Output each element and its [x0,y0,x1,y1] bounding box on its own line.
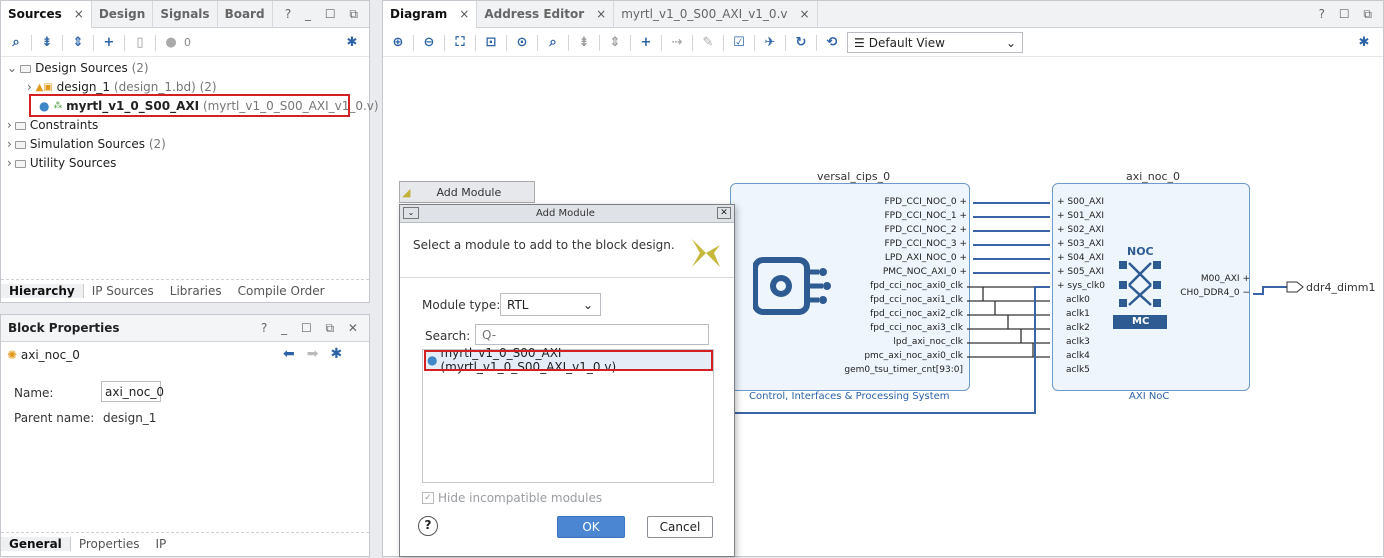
close-icon[interactable]: ✕ [717,207,731,219]
search-input[interactable] [475,324,709,345]
status-count: 0 [184,36,191,49]
cancel-button[interactable]: Cancel [647,516,713,538]
parent-name-label: Parent name: [14,411,95,425]
block-properties-header: Block Properties ? _ ☐ ⧉ ✕ [1,315,369,342]
block-properties-panel: Block Properties ? _ ☐ ⧉ ✕ ✺ axi_noc_0 ⬅… [0,314,370,557]
noc-icon: ✺ [7,348,18,362]
tab-hierarchy[interactable]: Hierarchy [1,283,84,298]
properties-bottom-tabs: General Properties IP [1,532,369,554]
hide-incompatible-row: ✓ Hide incompatible modules [422,491,602,505]
folder-icon [14,140,26,149]
gear-icon[interactable]: ✱ [330,346,342,362]
window-menu-icon[interactable]: ⌄ [403,207,419,219]
folder-icon [20,64,32,73]
close-icon[interactable]: × [74,7,84,21]
name-label: Name: [14,386,54,400]
add-module-tooltip[interactable]: ◢ Add Module [399,181,535,203]
tab-signals[interactable]: Signals [153,0,218,28]
window-controls[interactable]: ? _ ☐ ⧉ [285,7,363,22]
search-icon[interactable]: ⌕ [5,32,27,54]
window-controls[interactable]: ? _ ☐ ⧉ ✕ [261,321,363,336]
dialog-divider [400,277,734,278]
hide-incompatible-label: Hide incompatible modules [438,491,603,505]
collapse-all-icon[interactable]: ⇟ [36,32,58,54]
hide-incompatible-checkbox[interactable]: ✓ [422,492,434,504]
back-arrow-icon[interactable]: ⬅ [283,346,295,362]
sources-tabbar: Sources × Design Signals Board ? _ ☐ ⧉ [1,0,369,28]
tree-design-sources[interactable]: ⌄ Design Sources (2) [7,59,379,78]
chevron-right-icon[interactable]: › [7,135,12,154]
sources-panel: Sources × Design Signals Board ? _ ☐ ⧉ ⌕ … [0,0,379,303]
parent-name-value: design_1 [103,411,157,425]
external-port-ddr4[interactable]: ddr4_dimm1 [1306,281,1375,294]
xilinx-logo-icon [690,239,722,267]
block-properties-item: axi_noc_0 [20,348,80,362]
status-dot-icon: ● [165,35,177,50]
xilinx-logo-icon: ◢ [402,185,411,199]
highlight-box [29,94,350,117]
block-properties-title: Block Properties [8,321,120,335]
tree-utility-sources[interactable]: › Utility Sources [7,154,379,173]
block-properties-item-row: ✺ axi_noc_0 [7,348,80,362]
chevron-right-icon[interactable]: › [7,154,12,173]
tab-ip-sources[interactable]: IP Sources [84,284,162,298]
module-type-select[interactable]: RTL ⌄ [500,293,601,316]
tab-ip[interactable]: IP [147,537,174,551]
search-label: Search: [425,329,471,343]
chevron-right-icon[interactable]: › [7,116,12,135]
tree-constraints[interactable]: › Constraints [7,116,379,135]
add-module-dialog: ⌄ Add Module ✕ Select a module to add to… [399,204,735,557]
forward-arrow-icon[interactable]: ➡ [307,346,319,362]
module-type-label: Module type: [422,298,501,312]
tab-properties[interactable]: Properties [71,537,148,551]
folder-icon [14,159,26,168]
chevron-down-icon: ⌄ [582,297,593,312]
tab-compile-order[interactable]: Compile Order [230,284,333,298]
tab-libraries[interactable]: Libraries [162,284,230,298]
tab-general[interactable]: General [1,536,71,551]
gear-icon[interactable]: ✱ [341,32,363,54]
sources-toolbar: ⌕ ⇟ ⇕ + ▯ ● 0 ✱ [1,29,369,57]
name-field[interactable]: axi_noc_0 [101,381,164,402]
dialog-description: Select a module to add to the block desi… [413,238,675,252]
highlight-box [424,350,713,371]
help-button[interactable]: ? [418,516,438,536]
ok-button[interactable]: OK [557,516,625,538]
tree-simulation-sources[interactable]: › Simulation Sources (2) [7,135,379,154]
chevron-down-icon[interactable]: ⌄ [7,59,17,78]
tab-sources[interactable]: Sources × [1,0,92,28]
expand-all-icon[interactable]: ⇕ [67,32,89,54]
sources-bottom-tabs: Hierarchy IP Sources Libraries Compile O… [1,279,369,301]
add-icon[interactable]: + [98,32,120,54]
document-icon[interactable]: ▯ [129,32,151,54]
tab-board[interactable]: Board [218,0,273,28]
folder-icon [14,121,26,130]
tab-design[interactable]: Design [92,0,154,28]
nav-buttons: ⬅ ➡ ✱ [283,346,342,362]
dialog-titlebar: ⌄ Add Module ✕ [400,205,734,223]
dialog-title: Add Module [536,208,595,219]
